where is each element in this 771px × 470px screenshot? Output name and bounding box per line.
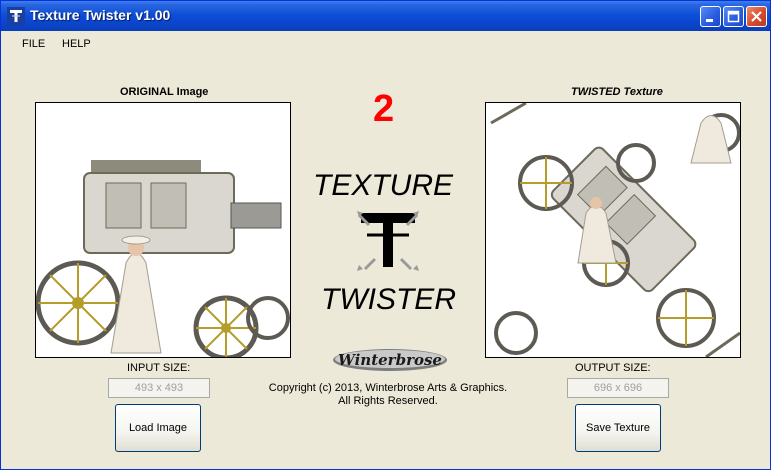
output-size-label: OUTPUT SIZE:: [575, 362, 651, 374]
copyright-line-2: All Rights Reserved.: [338, 395, 438, 407]
output-size-field: 696 x 696: [567, 378, 669, 398]
menu-file[interactable]: FILE: [22, 38, 45, 50]
minimize-icon: [706, 19, 713, 22]
close-button[interactable]: [746, 6, 767, 27]
maximize-button[interactable]: [723, 6, 744, 27]
winterbrose-logo: Winterbrose: [333, 349, 447, 371]
app-window: Texture Twister v1.00 FILE HELP ORIGINAL…: [0, 0, 771, 470]
original-image-label: ORIGINAL Image: [120, 86, 209, 98]
input-size-field: 493 x 493: [108, 378, 210, 398]
twisted-texture-image: [486, 103, 740, 357]
twisted-texture-label: TWISTED Texture: [571, 86, 663, 98]
stagecoach-image: [36, 103, 290, 357]
menu-bar: FILE HELP: [1, 31, 770, 58]
logo-text-bottom: TWISTER: [321, 283, 456, 316]
close-icon: [751, 11, 762, 22]
title-bar[interactable]: Texture Twister v1.00: [1, 1, 770, 31]
twisted-texture-preview: [485, 102, 741, 358]
logo-text-top: TEXTURE: [313, 169, 454, 202]
twister-t-logo-icon: [357, 211, 419, 271]
save-texture-button[interactable]: Save Texture: [575, 404, 661, 452]
maximize-icon: [727, 10, 740, 23]
original-image-preview: [35, 102, 291, 358]
load-image-button[interactable]: Load Image: [115, 404, 201, 452]
app-t-icon: [7, 7, 25, 25]
main-panel: ORIGINAL Image INPUT SIZE: 493 x 493 Loa…: [1, 57, 770, 469]
input-size-label: INPUT SIZE:: [127, 362, 191, 374]
window-title: Texture Twister v1.00: [30, 7, 171, 23]
minimize-button[interactable]: [700, 6, 721, 27]
copyright-line-1: Copyright (c) 2013, Winterbrose Arts & G…: [268, 382, 508, 394]
brand-text: Winterbrose: [338, 351, 442, 369]
copyright-text: Copyright (c) 2013, Winterbrose Arts & G…: [263, 382, 513, 408]
menu-help[interactable]: HELP: [62, 38, 91, 50]
step-number: 2: [373, 88, 395, 130]
